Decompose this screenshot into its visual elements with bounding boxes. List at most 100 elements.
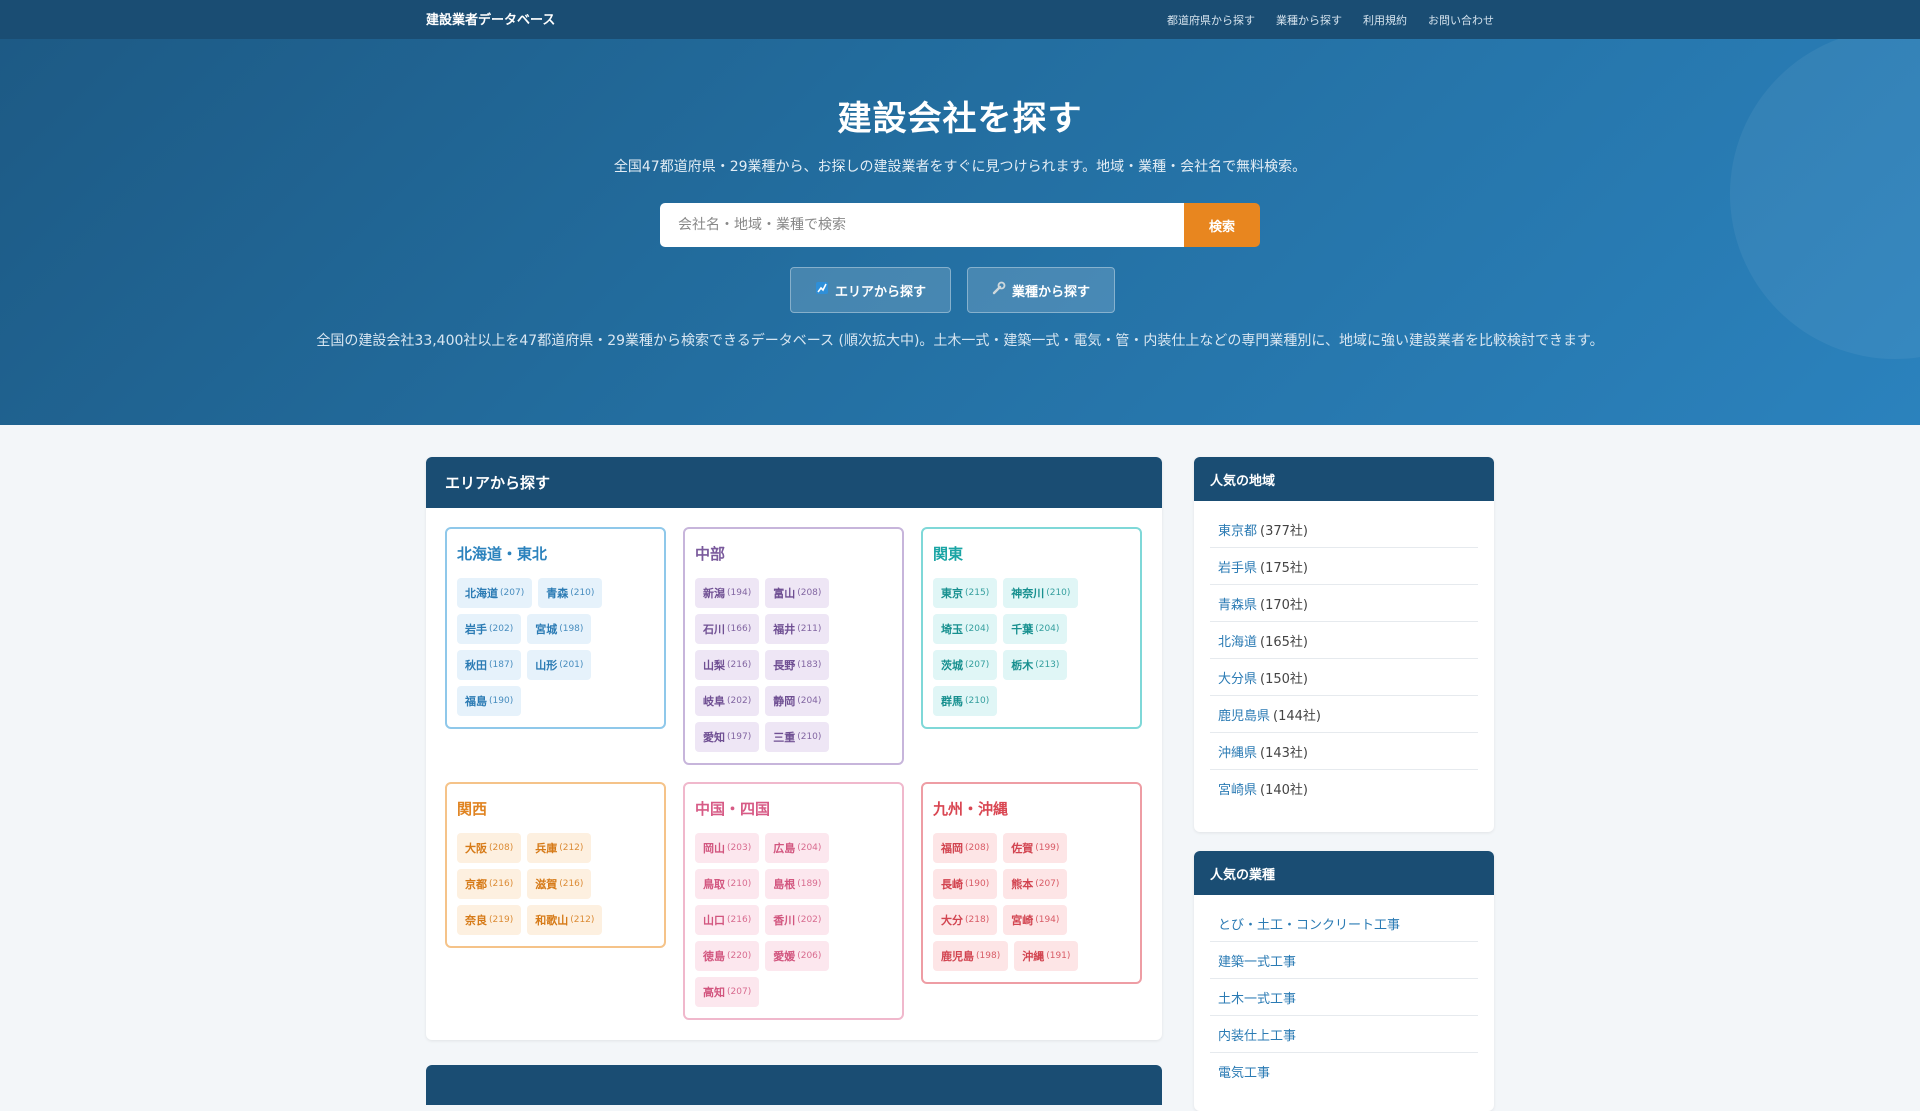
prefecture-count: (210) bbox=[797, 732, 822, 742]
popular-region-link[interactable]: 鹿児島県 bbox=[1218, 705, 1270, 724]
prefecture-chip[interactable]: 石川 (166) bbox=[695, 614, 760, 644]
prefecture-chip[interactable]: 栃木 (213) bbox=[1003, 650, 1068, 680]
prefecture-chip[interactable]: 埼玉 (204) bbox=[933, 614, 998, 644]
region-card-hokkaido-tohoku: 北海道・東北 北海道 (207) 青森 (210) 岩手 (202) 宮城 (198) 秋田 (1… bbox=[445, 527, 666, 729]
prefecture-chip[interactable]: 山口 (216) bbox=[695, 905, 760, 935]
prefecture-chip[interactable]: 富山 (208) bbox=[765, 578, 830, 608]
prefecture-chip[interactable]: 鹿児島 (198) bbox=[933, 941, 1009, 971]
prefecture-chip[interactable]: 三重 (210) bbox=[765, 722, 830, 752]
region-title: 九州・沖縄 bbox=[933, 800, 1009, 818]
prefecture-count: (210) bbox=[965, 696, 990, 706]
prefecture-count: (202) bbox=[489, 624, 514, 634]
popular-industry-link[interactable]: 土木一式工事 bbox=[1218, 988, 1296, 1007]
prefecture-chip[interactable]: 沖縄 (191) bbox=[1014, 941, 1079, 971]
prefecture-count: (199) bbox=[1035, 843, 1060, 853]
popular-industry-link[interactable]: 建築一式工事 bbox=[1218, 951, 1296, 970]
prefecture-name: 長崎 bbox=[941, 878, 963, 891]
prefecture-chip[interactable]: 秋田 (187) bbox=[457, 650, 522, 680]
popular-industry-link[interactable]: 電気工事 bbox=[1218, 1062, 1270, 1081]
popular-region-count: (143社) bbox=[1260, 745, 1308, 761]
prefecture-name: 北海道 bbox=[465, 587, 498, 600]
search-input[interactable] bbox=[660, 203, 1184, 247]
popular-region-link[interactable]: 沖縄県 bbox=[1218, 742, 1257, 761]
prefecture-chip[interactable]: 大阪 (208) bbox=[457, 833, 522, 863]
prefecture-chip[interactable]: 徳島 (220) bbox=[695, 941, 760, 971]
prefecture-name: 東京 bbox=[941, 587, 963, 600]
prefecture-chip[interactable]: 山梨 (216) bbox=[695, 650, 760, 680]
region-card-kanto: 関東 東京 (215) 神奈川 (210) 埼玉 (204) 千葉 (204) 茨城 (207) 栃… bbox=[921, 527, 1142, 729]
popular-regions-list: 東京都 (377社) 岩手県 (175社) 青森県 (170社) 北海道 (165社) 大分県(… bbox=[1194, 501, 1494, 807]
prefecture-name: 福井 bbox=[773, 623, 796, 636]
popular-region-count: (144社) bbox=[1273, 708, 1321, 724]
prefecture-chip[interactable]: 熊本 (207) bbox=[1003, 869, 1068, 899]
prefecture-chip[interactable]: 福島 (190) bbox=[457, 686, 522, 716]
prefecture-chip[interactable]: 青森 (210) bbox=[538, 578, 603, 608]
nav-link-terms[interactable]: 利用規約 bbox=[1363, 12, 1407, 28]
prefecture-count: (197) bbox=[727, 732, 752, 742]
popular-region-link[interactable]: 大分県 bbox=[1218, 668, 1257, 687]
prefecture-chip[interactable]: 宮城 (198) bbox=[527, 614, 592, 644]
prefecture-chip[interactable]: 茨城 (207) bbox=[933, 650, 998, 680]
prefecture-chip[interactable]: 和歌山 (212) bbox=[527, 905, 603, 935]
popular-region-link[interactable]: 宮崎県 bbox=[1218, 779, 1257, 798]
popular-region-link[interactable]: 岩手県 bbox=[1218, 557, 1257, 576]
popular-region-link[interactable]: 青森県 bbox=[1218, 594, 1257, 613]
prefecture-name: 秋田 bbox=[465, 659, 487, 672]
region-card-kansai: 関西 大阪 (208) 兵庫 (212) 京都 (216) 滋賀 (216) 奈良 (219) 和歌… bbox=[445, 782, 666, 948]
nav-link-industry[interactable]: 業種から探す bbox=[1276, 12, 1342, 28]
prefecture-chip[interactable]: 東京 (215) bbox=[933, 578, 998, 608]
prefecture-chip[interactable]: 宮崎 (194) bbox=[1003, 905, 1068, 935]
prefecture-chip[interactable]: 高知 (207) bbox=[695, 977, 760, 1007]
prefecture-chip[interactable]: 広島 (204) bbox=[765, 833, 830, 863]
prefecture-chip[interactable]: 長崎 (190) bbox=[933, 869, 998, 899]
prefecture-chip[interactable]: 福岡 (208) bbox=[933, 833, 998, 863]
prefecture-chip[interactable]: 岐阜 (202) bbox=[695, 686, 760, 716]
prefecture-count: (204) bbox=[797, 696, 822, 706]
prefecture-chip[interactable]: 島根 (189) bbox=[765, 869, 830, 899]
prefecture-chip[interactable]: 鳥取 (210) bbox=[695, 869, 760, 899]
prefecture-count: (187) bbox=[489, 660, 514, 670]
prefecture-name: 京都 bbox=[465, 878, 487, 891]
search-button[interactable]: 検索 bbox=[1184, 203, 1260, 247]
prefecture-chip[interactable]: 愛媛 (206) bbox=[765, 941, 830, 971]
popular-region-link[interactable]: 東京都 bbox=[1218, 520, 1257, 539]
prefecture-chip[interactable]: 北海道 (207) bbox=[457, 578, 533, 608]
prefecture-chip[interactable]: 兵庫 (212) bbox=[527, 833, 592, 863]
prefecture-chip[interactable]: 奈良 (219) bbox=[457, 905, 522, 935]
prefecture-chip[interactable]: 山形 (201) bbox=[527, 650, 592, 680]
prefecture-chip[interactable]: 佐賀 (199) bbox=[1003, 833, 1068, 863]
prefecture-chip[interactable]: 静岡 (204) bbox=[765, 686, 830, 716]
prefecture-name: 埼玉 bbox=[941, 623, 963, 636]
site-logo-text[interactable]: 建設業者データベース bbox=[426, 9, 555, 28]
prefecture-count: (210) bbox=[570, 588, 595, 598]
area-search-button[interactable]: エリアから探す bbox=[790, 267, 952, 313]
industry-search-button[interactable]: 業種から探す bbox=[967, 267, 1116, 313]
prefecture-count: (204) bbox=[1035, 624, 1060, 634]
prefecture-chip[interactable]: 大分 (218) bbox=[933, 905, 998, 935]
prefecture-chip[interactable]: 岩手 (202) bbox=[457, 614, 522, 644]
popular-industry-link[interactable]: とび・土工・コンクリート工事 bbox=[1218, 914, 1400, 933]
nav-link-contact[interactable]: お問い合わせ bbox=[1428, 12, 1494, 28]
popular-region-count: (140社) bbox=[1260, 783, 1308, 798]
nav-link-prefecture[interactable]: 都道府県から探す bbox=[1167, 12, 1255, 28]
prefecture-chip[interactable]: 愛知 (197) bbox=[695, 722, 760, 752]
prefecture-chip[interactable]: 岡山 (203) bbox=[695, 833, 760, 863]
prefecture-chip[interactable]: 滋賀 (216) bbox=[527, 869, 592, 899]
prefecture-name: 岩手 bbox=[465, 623, 487, 636]
prefecture-name: 愛媛 bbox=[773, 950, 796, 963]
prefecture-chip[interactable]: 香川 (202) bbox=[765, 905, 830, 935]
prefecture-chip[interactable]: 福井 (211) bbox=[765, 614, 830, 644]
prefecture-name: 山形 bbox=[535, 659, 558, 672]
prefecture-count: (210) bbox=[1046, 588, 1071, 598]
top-nav: 都道府県から探す 業種から探す 利用規約 お問い合わせ bbox=[1167, 12, 1494, 28]
prefecture-chip[interactable]: 群馬 (210) bbox=[933, 686, 998, 716]
prefecture-chip[interactable]: 新潟 (194) bbox=[695, 578, 760, 608]
prefecture-chip[interactable]: 長野 (183) bbox=[765, 650, 830, 680]
popular-region-link[interactable]: 北海道 bbox=[1218, 631, 1257, 650]
popular-industry-link[interactable]: 内装仕上工事 bbox=[1218, 1025, 1296, 1044]
prefecture-chip[interactable]: 千葉 (204) bbox=[1003, 614, 1068, 644]
prefecture-count: (202) bbox=[727, 696, 752, 706]
prefecture-chip[interactable]: 京都 (216) bbox=[457, 869, 522, 899]
popular-region-item: 大分県 (150社) bbox=[1210, 659, 1478, 696]
prefecture-chip[interactable]: 神奈川 (210) bbox=[1003, 578, 1079, 608]
